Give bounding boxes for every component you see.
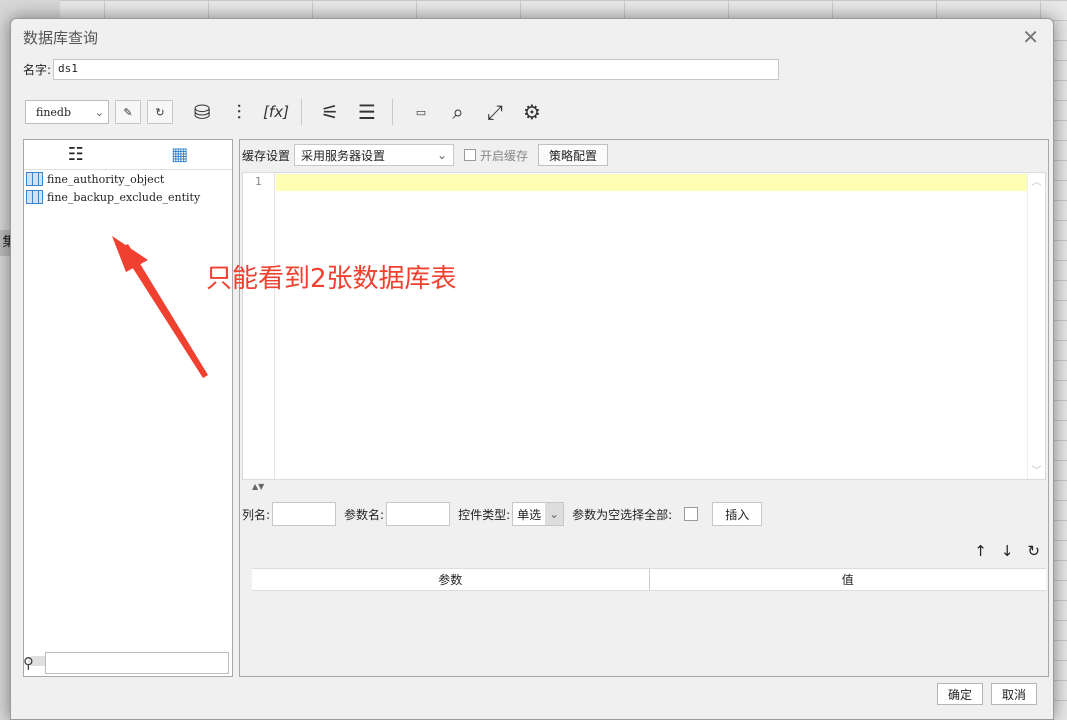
table-icon	[26, 172, 43, 186]
search-input[interactable]	[45, 652, 229, 674]
dialog-footer: 确定 取消	[936, 683, 1037, 705]
empty-select-all-checkbox[interactable]	[684, 507, 699, 521]
arrow-head	[112, 236, 148, 272]
control-type-value: 单选	[517, 507, 542, 522]
empty-select-all-label: 参数为空选择全部:	[572, 507, 673, 522]
edit-sql-icon[interactable]: ✎	[115, 100, 141, 124]
toolbar-divider	[301, 99, 302, 125]
chevron-down-icon: ⌄	[94, 105, 104, 119]
annotation-arrow	[112, 236, 208, 378]
toolbar: finedb ⌄ ✎ ↻ ⛁ ⫶ [fx] ⚟ ☰ ▭ ⌕ ⤢ ⚙	[25, 95, 549, 129]
search-icon: ⚲	[23, 654, 34, 672]
line-gutter: 1	[243, 173, 275, 479]
param-table-header: 参数 值	[252, 569, 1046, 591]
database-select[interactable]: finedb ⌄	[25, 100, 109, 124]
line-number: 1	[255, 175, 262, 188]
chevron-down-icon: ⌄	[545, 503, 564, 525]
sql-editor[interactable]: 1 ︿ ﹀	[242, 172, 1046, 480]
collapse-toggle-icon[interactable]: ▲▼	[252, 482, 264, 491]
annotation-text: 只能看到2张数据库表	[206, 264, 457, 294]
table-icon	[26, 190, 43, 204]
toolbar-divider	[392, 99, 393, 125]
dialog-title: 数据库查询	[23, 29, 99, 47]
table-name: fine_backup_exclude_entity	[47, 190, 201, 204]
column-label: 列名:	[242, 507, 271, 522]
scroll-up-icon[interactable]: ︿	[1028, 173, 1045, 188]
table-search: ⚲	[23, 651, 233, 675]
name-label: 名字:	[23, 62, 52, 77]
database-select-value: finedb	[36, 105, 72, 119]
refresh-icon[interactable]: ↻	[1027, 542, 1040, 560]
param-actions: ↑ ↓ ↻	[974, 542, 1040, 560]
list-item[interactable]: fine_backup_exclude_entity	[24, 188, 232, 206]
scroll-down-icon[interactable]: ﹀	[1028, 462, 1045, 477]
wand-icon[interactable]: ⚟	[313, 96, 347, 128]
table-list-header: ☷ ▦	[24, 140, 232, 170]
vertical-scrollbar[interactable]: ︿ ﹀	[1027, 173, 1045, 479]
ok-button[interactable]: 确定	[936, 683, 983, 705]
insert-button[interactable]: 插入	[712, 502, 763, 526]
cache-label: 缓存设置	[242, 148, 291, 163]
arrow-up-icon[interactable]: ↑	[974, 542, 987, 560]
table-view-icon[interactable]: ▦	[171, 144, 188, 165]
policy-config-button[interactable]: 策略配置	[538, 144, 609, 166]
name-input[interactable]: ds1	[53, 58, 780, 80]
gear-icon[interactable]: ⚙	[515, 96, 549, 128]
param-name-label: 参数名:	[344, 507, 385, 522]
current-line-highlight	[276, 174, 1028, 191]
param-row: 列名: 参数名: 控件类型: 单选 ⌄ 参数为空选择全部: 插入	[242, 502, 763, 526]
preview-icon[interactable]: ⌕	[441, 96, 475, 128]
param-name-input[interactable]	[386, 502, 451, 526]
refresh-icon[interactable]: ↻	[147, 100, 173, 124]
cache-row: 缓存设置 采用服务器设置 ⌄ 开启缓存 策略配置	[242, 144, 609, 166]
column-input[interactable]	[272, 502, 337, 526]
close-icon[interactable]: ✕	[1022, 25, 1039, 49]
list-item[interactable]: fine_authority_object	[24, 170, 232, 188]
cache-select[interactable]: 采用服务器设置 ⌄	[294, 144, 455, 166]
cache-checkbox[interactable]: 开启缓存	[464, 147, 528, 164]
table-name: fine_authority_object	[47, 172, 165, 186]
column-header-param: 参数	[252, 569, 650, 590]
table-list-pane: ☷ ▦ fine_authority_object fine_backup_ex…	[23, 139, 233, 677]
arrow-down-icon[interactable]: ↓	[1001, 542, 1014, 560]
cache-select-value: 采用服务器设置	[301, 148, 386, 163]
query-pane: 缓存设置 采用服务器设置 ⌄ 开启缓存 策略配置 1 ︿ ﹀ ▲▼ 列名: 参数…	[239, 139, 1049, 677]
sliders-icon[interactable]: ⫶	[222, 96, 256, 128]
formula-icon[interactable]: [fx]	[259, 96, 293, 128]
list-view-icon[interactable]: ☷	[68, 144, 84, 165]
sql-doc-icon[interactable]: ▭	[404, 96, 438, 128]
name-row: 名字: ds1	[23, 58, 780, 80]
expand-icon[interactable]: ⤢	[478, 96, 512, 128]
checkbox-box[interactable]	[464, 149, 477, 161]
param-table: 参数 值	[252, 568, 1046, 674]
control-type-label: 控件类型:	[458, 507, 511, 522]
control-type-select[interactable]: 单选 ⌄	[512, 502, 565, 526]
cache-checkbox-label: 开启缓存	[480, 148, 529, 163]
cancel-button[interactable]: 取消	[990, 683, 1037, 705]
chevron-down-icon: ⌄	[436, 148, 448, 162]
column-header-value: 值	[841, 573, 854, 587]
database-sql-icon[interactable]: ⛁	[185, 96, 219, 128]
split-icon[interactable]: ☰	[350, 96, 384, 128]
